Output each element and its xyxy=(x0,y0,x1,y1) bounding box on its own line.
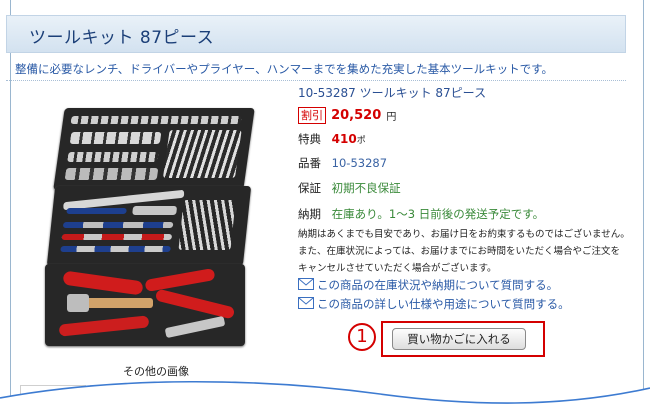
bonus-value: 410 xyxy=(331,132,357,146)
page-title: ツールキット 87ピース xyxy=(29,28,215,48)
delivery-label: 納期 xyxy=(298,207,321,221)
delivery-note-line: また、在庫状況によっては、お届けまでにお時間をいただく場合やご注文を xyxy=(298,246,621,257)
cart-highlight-box: 買い物かごに入れる xyxy=(381,321,545,357)
stock-question-link[interactable]: この商品の在庫状況や納期について質問する。 xyxy=(298,277,558,293)
product-page: ツールキット 87ピース 整備に必要なレンチ、ドライバーやプライヤー、ハンマーま… xyxy=(0,0,650,420)
warranty-row: 保証 初期不良保証 xyxy=(298,180,401,196)
number-value: 10-53287 xyxy=(331,156,388,170)
delivery-value: 在庫あり。1～3 日前後の発送予定です。 xyxy=(331,207,545,221)
add-to-cart-button[interactable]: 買い物かごに入れる xyxy=(392,328,526,350)
delivery-row: 納期 在庫あり。1～3 日前後の発送予定です。 xyxy=(298,206,544,222)
warranty-label: 保証 xyxy=(298,181,321,195)
torn-edge-decoration xyxy=(0,380,650,420)
title-bar: ツールキット 87ピース xyxy=(6,15,626,53)
price-unit: 円 xyxy=(386,112,397,123)
bonus-unit: ポ xyxy=(356,136,366,146)
bonus-label: 特典 xyxy=(298,132,321,146)
product-image[interactable] xyxy=(45,98,257,350)
price-value: 20,520 xyxy=(331,108,382,123)
discount-badge: 割引 xyxy=(298,107,326,124)
product-name: 10-53287 ツールキット 87ピース xyxy=(298,86,487,100)
mail-icon xyxy=(298,297,314,309)
mail-icon xyxy=(298,278,314,290)
product-description: 整備に必要なレンチ、ドライバーやプライヤー、ハンマーまでを集めた充実した基本ツー… xyxy=(15,62,553,76)
divider xyxy=(6,80,626,81)
spec-question-text: この商品の詳しい仕様や用途について質問する。 xyxy=(317,297,570,311)
other-images-label: その他の画像 xyxy=(123,365,189,378)
number-row: 品番 10-53287 xyxy=(298,155,387,171)
delivery-note-line: 納期はあくまでも目安であり、お届け日をお約束するものではございません。 xyxy=(298,229,630,240)
price-row: 割引 20,520 円 xyxy=(298,105,396,124)
spec-question-link[interactable]: この商品の詳しい仕様や用途について質問する。 xyxy=(298,296,570,312)
step-number-marker: 1 xyxy=(348,323,376,351)
delivery-note-line: キャンセルさせていただく場合がございます。 xyxy=(298,263,497,274)
stock-question-text: この商品の在庫状況や納期について質問する。 xyxy=(317,278,559,292)
delivery-note: 納期はあくまでも目安であり、お届け日をお約束するものではございません。 また、在… xyxy=(298,226,638,277)
number-label: 品番 xyxy=(298,156,321,170)
bonus-row: 特典 410ポ xyxy=(298,131,366,147)
warranty-value: 初期不良保証 xyxy=(331,181,401,195)
